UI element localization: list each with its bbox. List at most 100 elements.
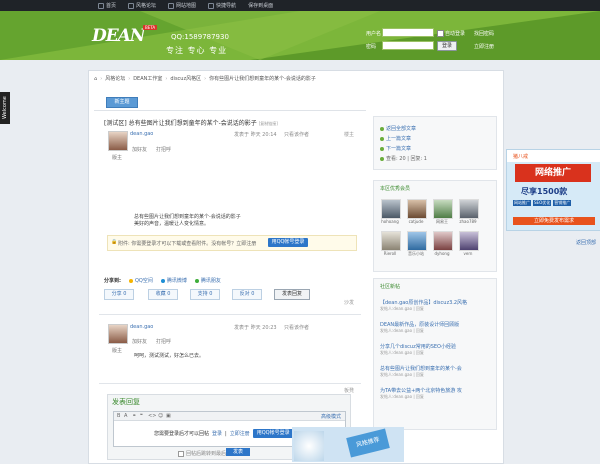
notify-checkbox[interactable] bbox=[178, 450, 184, 457]
add-friend-link[interactable]: 加好友 bbox=[132, 146, 147, 153]
top-nav-home[interactable]: 首页 bbox=[98, 2, 116, 9]
breadcrumb-item[interactable]: discuz风格区 bbox=[170, 75, 201, 82]
attachment-notice: 🔒 附件: 你需要登录才可以下载或查看附件。没有帐号？立即注册 用QQ帐号登录 bbox=[107, 235, 357, 251]
member-avatar[interactable] bbox=[407, 199, 427, 219]
back-to-top-link[interactable]: 返回顶部 bbox=[576, 239, 596, 246]
member-avatar[interactable] bbox=[407, 231, 427, 251]
greet-link[interactable]: 打招呼 bbox=[156, 338, 171, 345]
favorite-button[interactable]: 收藏 0 bbox=[148, 289, 178, 300]
post-author[interactable]: dean.gao bbox=[130, 131, 153, 137]
color-icon[interactable]: A bbox=[124, 413, 127, 419]
quote-icon[interactable]: ❝ bbox=[140, 413, 143, 419]
smiley-icon[interactable]: ☺ bbox=[158, 413, 163, 419]
reply-button[interactable]: 发表回复 bbox=[274, 289, 310, 300]
user-rank: 版主 bbox=[112, 348, 123, 354]
ad-banner[interactable]: 猪八戒 网络推广 尽享1500款 网站推广 SEO优化 营销推广 立即免费发布需… bbox=[506, 149, 600, 231]
member-avatar[interactable] bbox=[381, 231, 401, 251]
share-button[interactable]: 分享 0 bbox=[104, 289, 134, 300]
news-item[interactable]: 总有些图片让我们想到童年的某个-会 发帖人:dean.gao | 回复 bbox=[380, 365, 462, 378]
qq-login-button[interactable]: 用QQ帐号登录 bbox=[252, 429, 294, 438]
top-nav: 首页 风格论坛 网站地图 快捷导航 保存到桌面 bbox=[98, 0, 273, 11]
member-name[interactable]: 网易王 bbox=[431, 219, 453, 225]
publish-button[interactable]: 发表 bbox=[226, 448, 250, 456]
auto-login-checkbox[interactable] bbox=[437, 30, 444, 37]
thread-title: [测试区] 总有些图片让我们想到童年的某个-会说话的影子 [复制链接] bbox=[104, 120, 278, 127]
member-name[interactable]: 音乐小站 bbox=[405, 251, 427, 257]
oppose-button[interactable]: 反对 0 bbox=[232, 289, 262, 300]
news-item[interactable]: DEAN最新作品，原装设计师回顾版 发帖人:dean.gao | 回复 bbox=[380, 321, 459, 334]
logo-badge: BETA bbox=[143, 25, 158, 30]
floor-label: 板凳 bbox=[344, 388, 355, 394]
register-link[interactable]: 立即注册 bbox=[474, 43, 494, 50]
forgot-password-link[interactable]: 找回密码 bbox=[474, 30, 494, 37]
sidebar: 返回全部文章 上一篇文章 下一篇文章 查看: 20 | 回复: 1 本区优秀会员… bbox=[373, 116, 497, 456]
support-button[interactable]: 支持 0 bbox=[190, 289, 220, 300]
home-icon[interactable]: ⌂ bbox=[94, 76, 97, 82]
new-posts-box: 社区新帖 【dean.gao原创作品】discuz3.2风格 发帖人:dean.g… bbox=[373, 278, 497, 430]
username-input[interactable] bbox=[382, 28, 434, 37]
auto-login-label: 自动登录 bbox=[445, 31, 466, 37]
user-rank: 版主 bbox=[112, 155, 123, 161]
advanced-mode-link[interactable]: 高级模式 bbox=[321, 413, 341, 420]
member-name[interactable]: hohoang bbox=[379, 219, 401, 224]
friend-icon bbox=[194, 278, 199, 283]
reply-login-link[interactable]: 登录 bbox=[212, 430, 222, 437]
add-friend-link[interactable]: 加好友 bbox=[132, 338, 147, 345]
share-qzone[interactable]: QQ空间 bbox=[129, 277, 153, 284]
list-icon bbox=[380, 126, 384, 131]
member-avatar[interactable] bbox=[459, 231, 479, 251]
avatar[interactable] bbox=[108, 324, 128, 344]
top-nav-save-desktop[interactable]: 保存到桌面 bbox=[248, 2, 273, 9]
breadcrumb: ⌂ › 风格论坛 › DEAN工作室 › discuz风格区 › 你有些图片让我… bbox=[94, 75, 316, 83]
share-tencent-friend[interactable]: 腾讯朋友 bbox=[194, 277, 221, 284]
member-name[interactable]: zhao789 bbox=[457, 219, 479, 224]
new-topic-button[interactable]: 新主题 bbox=[106, 97, 138, 108]
code-icon[interactable]: <> bbox=[148, 413, 156, 419]
copy-link[interactable]: [复制链接] bbox=[259, 121, 278, 126]
top-nav-forum[interactable]: 风格论坛 bbox=[128, 2, 156, 9]
member-avatar[interactable] bbox=[459, 199, 479, 219]
share-tencent-weibo[interactable]: 腾讯微博 bbox=[160, 277, 187, 284]
post-time: 发表于 昨天 20:14 bbox=[234, 132, 277, 138]
attachment-text: 附件: 你需要登录才可以下载或查看附件。没有帐号？立即注册 bbox=[118, 241, 257, 247]
member-name[interactable]: Rieroll bbox=[379, 251, 401, 256]
login-form: 用户名 自动登录 找回密码 密码 登录 立即注册 bbox=[366, 27, 536, 60]
welcome-tab[interactable]: Welcome bbox=[0, 92, 10, 124]
member-avatar[interactable] bbox=[381, 199, 401, 219]
link-icon[interactable]: ⚭ bbox=[132, 413, 136, 419]
password-input[interactable] bbox=[382, 41, 434, 50]
breadcrumb-item[interactable]: 风格论坛 bbox=[105, 75, 125, 82]
member-avatar[interactable] bbox=[433, 231, 453, 251]
only-author-link[interactable]: 只看该作者 bbox=[284, 131, 309, 138]
password-label: 密码 bbox=[366, 44, 377, 50]
next-thread-link[interactable]: 下一篇文章 bbox=[380, 145, 411, 152]
breadcrumb-item[interactable]: 你有些图片让我们想到童年的某个-会说话的影子 bbox=[209, 75, 316, 82]
prev-thread-link[interactable]: 上一篇文章 bbox=[380, 135, 411, 142]
member-avatar[interactable] bbox=[433, 199, 453, 219]
editor-toolbar: B A ⚭ ❝ <> ☺ ▣ 高级模式 bbox=[114, 412, 345, 421]
header-banner: DEAN BETA QQ:1589787930 专注 专心 专业 用户名 自动登… bbox=[0, 11, 600, 60]
bold-icon[interactable]: B bbox=[117, 413, 120, 419]
login-button[interactable]: 登录 bbox=[437, 41, 457, 51]
post-content: 总有些图片让我们想到童年的某个-会说话的影子 美好的声音，温暖让人变化情意。 bbox=[134, 214, 241, 227]
site-logo[interactable]: DEAN bbox=[92, 26, 145, 46]
image-icon[interactable]: ▣ bbox=[166, 413, 171, 419]
only-author-link[interactable]: 只看该作者 bbox=[284, 324, 309, 331]
qq-login-button[interactable]: 用QQ帐号登录 bbox=[268, 238, 308, 247]
member-name[interactable]: dyhong bbox=[431, 251, 453, 256]
member-name[interactable]: catjude bbox=[405, 219, 427, 224]
content-container: ⌂ › 风格论坛 › DEAN工作室 › discuz风格区 › 你有些图片让我… bbox=[88, 70, 504, 464]
avatar[interactable] bbox=[108, 131, 128, 151]
return-list-link[interactable]: 返回全部文章 bbox=[380, 125, 416, 132]
news-item[interactable]: 分享几个discuz常用的SEO小经验 发帖人:dean.gao | 回复 bbox=[380, 343, 456, 356]
side-promo-image[interactable]: 风格推荐 bbox=[292, 427, 404, 462]
member-name[interactable]: vern bbox=[457, 251, 479, 256]
breadcrumb-item[interactable]: DEAN工作室 bbox=[133, 75, 162, 82]
greet-link[interactable]: 打招呼 bbox=[156, 146, 171, 153]
top-nav-sitemap[interactable]: 网站地图 bbox=[168, 2, 196, 9]
reply-register-link[interactable]: 立即注册 bbox=[230, 430, 250, 437]
news-item[interactable]: 为TA带去公益+两个北京特色旅游 攻发帖人:dean.gao | 回复 bbox=[380, 387, 462, 400]
post-author[interactable]: dean.gao bbox=[130, 324, 153, 330]
top-nav-quick[interactable]: 快捷导航 bbox=[208, 2, 236, 9]
news-item[interactable]: 【dean.gao原创作品】discuz3.2风格 发帖人:dean.gao | … bbox=[380, 299, 467, 312]
